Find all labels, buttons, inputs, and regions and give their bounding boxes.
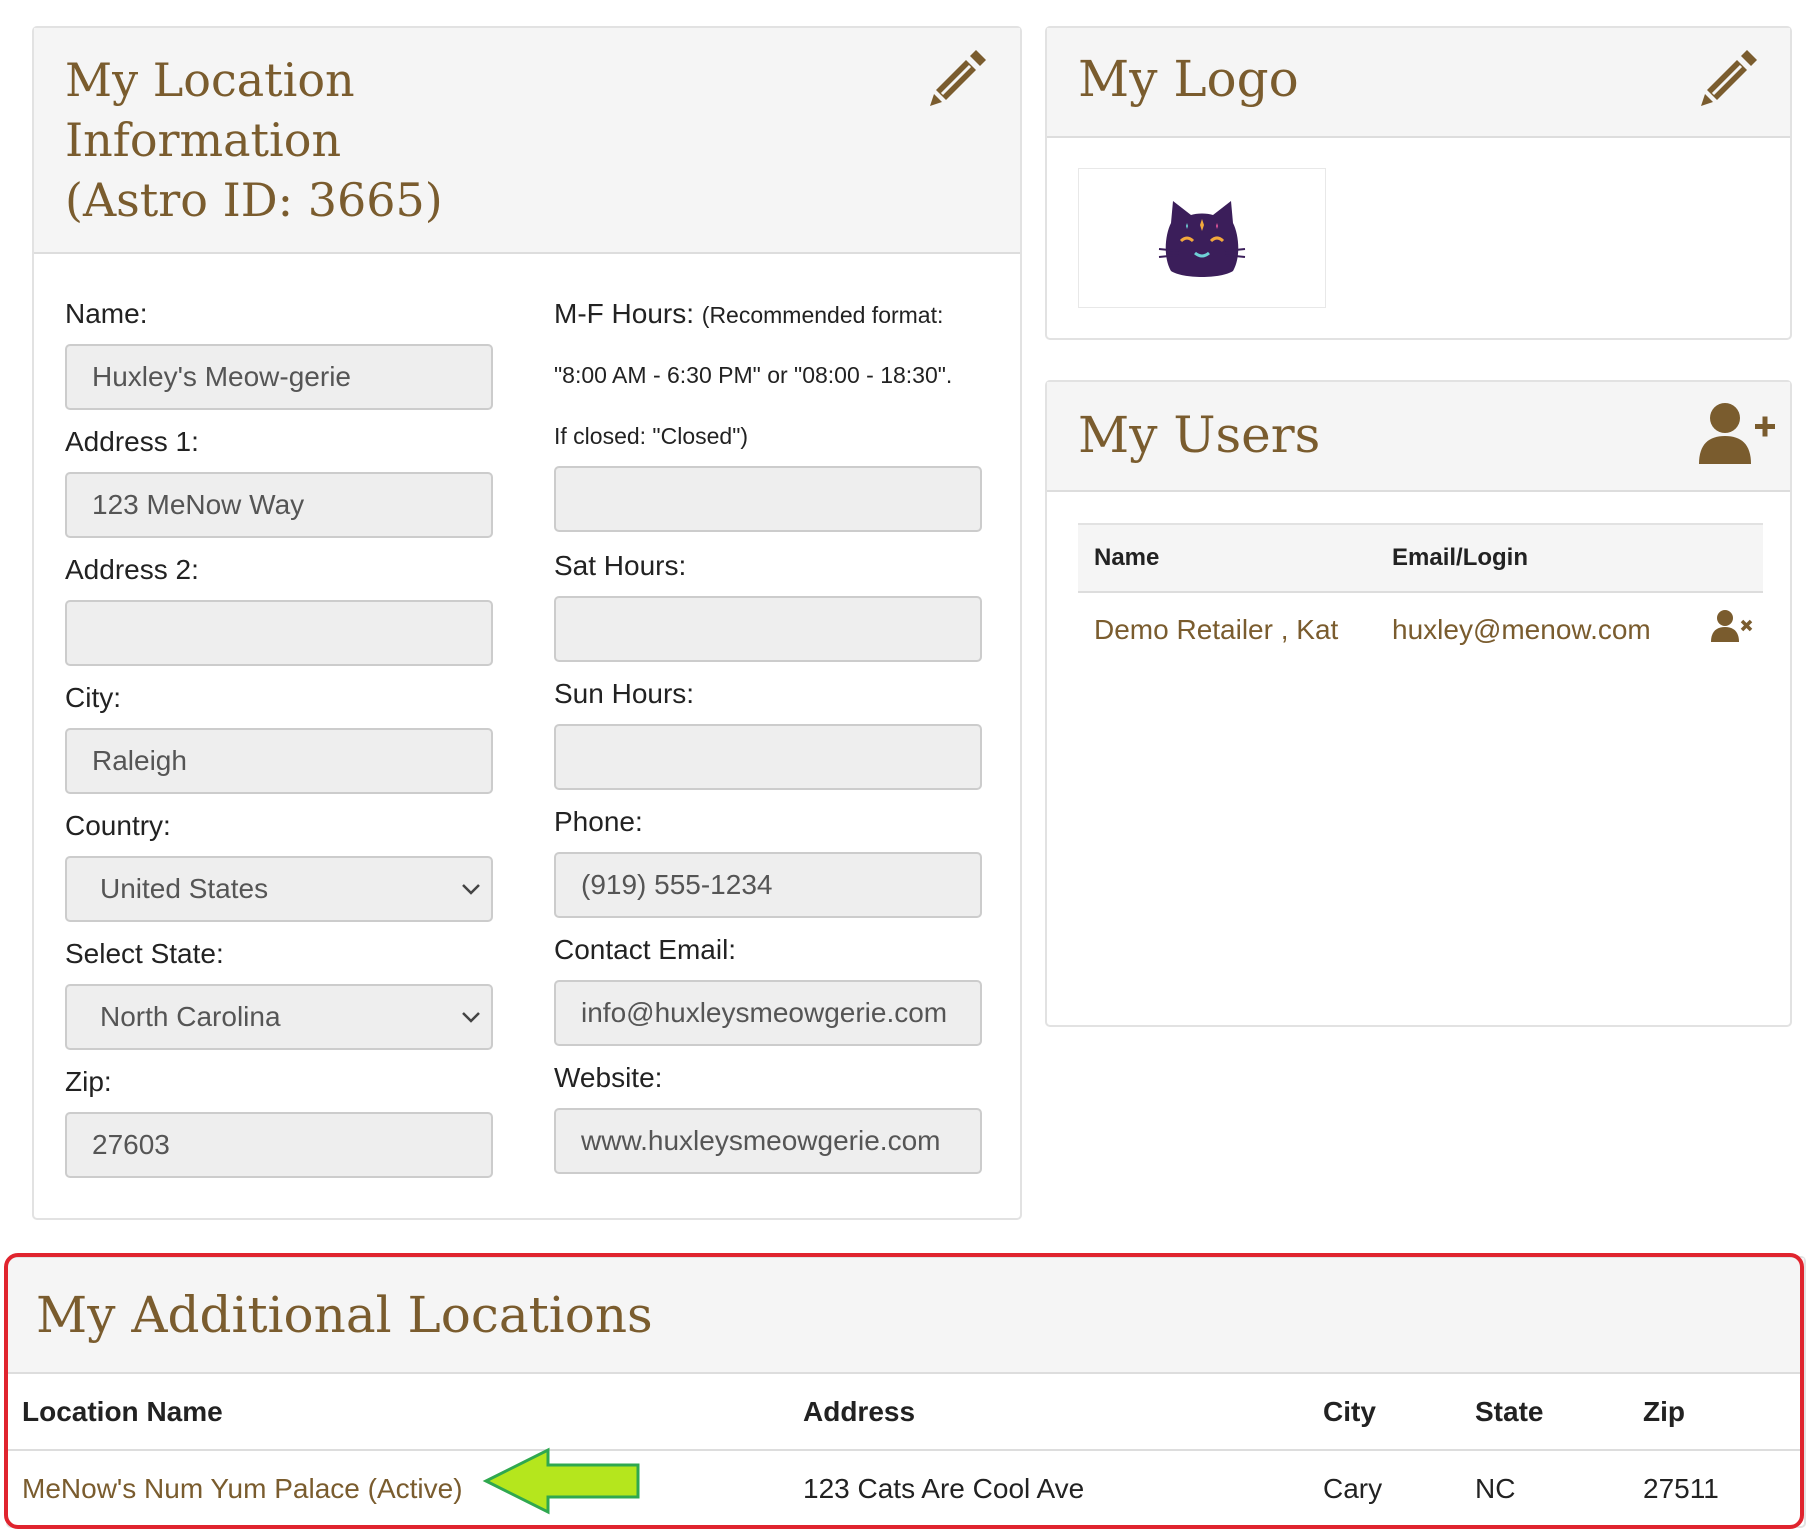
country-label: Country:: [65, 810, 171, 841]
country-value: United States: [100, 873, 269, 904]
users-table-header: Name Email/Login: [1078, 524, 1763, 592]
website-label: Website:: [554, 1062, 663, 1093]
remove-user-button[interactable]: [1701, 592, 1763, 666]
astro-id: (Astro ID: 3665): [65, 173, 443, 227]
locations-table-header: Location Name Address City State Zip: [8, 1374, 1804, 1450]
location-name-link[interactable]: MeNow's Num Yum Palace (Active): [8, 1450, 802, 1526]
state-value: North Carolina: [100, 1001, 281, 1032]
user-email-link[interactable]: huxley@menow.com: [1391, 592, 1701, 666]
title-line-2: Information: [65, 113, 342, 167]
remove-user-icon: [1711, 610, 1753, 642]
additional-locations-title: My Additional Locations: [36, 1286, 653, 1344]
edit-location-button[interactable]: [926, 46, 990, 115]
add-user-icon: [1699, 403, 1775, 464]
column-header-zip: Zip: [1643, 1395, 1685, 1427]
green-arrow-annotation: [482, 1447, 640, 1515]
logo-image-frame: [1078, 168, 1326, 308]
additional-locations-header: My Additional Locations: [8, 1258, 1804, 1374]
users-table: Name Email/Login Demo Retailer , Kat hux…: [1078, 523, 1763, 666]
location-city: Cary: [1323, 1472, 1383, 1504]
location-state: NC: [1475, 1472, 1516, 1504]
column-header-actions: [1701, 524, 1763, 592]
phone-input[interactable]: (919) 555-1234: [554, 852, 982, 918]
user-name-link[interactable]: Demo Retailer , Kat: [1078, 592, 1391, 666]
table-row: MeNow's Num Yum Palace (Active) 123 Cats…: [8, 1450, 1804, 1526]
cat-logo-icon: [1158, 201, 1246, 277]
pencil-icon: [930, 50, 986, 106]
column-header-location-name: Location Name: [22, 1395, 223, 1427]
city-label: City:: [65, 682, 121, 713]
mf-hours-label: M-F Hours: (Recommended format:: [554, 298, 943, 330]
logo-panel: My Logo: [1045, 26, 1792, 340]
users-title: My Users: [1078, 406, 1321, 464]
address1-input[interactable]: 123 MeNow Way: [65, 472, 493, 538]
page-title: My Location Information (Astro ID: 3665): [65, 50, 443, 230]
address2-input[interactable]: [65, 600, 493, 666]
column-header-address: Address: [803, 1395, 916, 1427]
mf-hours-hint-1: (Recommended format:: [701, 302, 944, 328]
zip-label: Zip:: [65, 1066, 112, 1097]
title-line-1: My Location: [65, 53, 355, 107]
contact-email-label: Contact Email:: [554, 934, 737, 965]
mf-hours-input[interactable]: [554, 466, 982, 532]
name-label: Name:: [65, 298, 148, 329]
city-input[interactable]: Raleigh: [65, 728, 493, 794]
logo-header: My Logo: [1047, 28, 1790, 138]
location-address: 123 Cats Are Cool Ave: [803, 1472, 1085, 1504]
add-user-button[interactable]: [1697, 400, 1777, 473]
location-info-panel: My Location Information (Astro ID: 3665)…: [32, 26, 1022, 1220]
mf-hours-label-text: M-F Hours:: [554, 298, 694, 329]
additional-locations-panel: My Additional Locations Location Name Ad…: [6, 1256, 1806, 1528]
column-header-city: City: [1323, 1395, 1376, 1427]
zip-input[interactable]: 27603: [65, 1112, 493, 1178]
mf-hours-hint-2: "8:00 AM - 6:30 PM" or "08:00 - 18:30".: [554, 362, 953, 388]
mf-hours-hint-3: If closed: "Closed"): [554, 423, 749, 449]
location-info-header: My Location Information (Astro ID: 3665): [34, 28, 1020, 254]
address2-label: Address 2:: [65, 554, 199, 585]
sun-hours-input[interactable]: [554, 724, 982, 790]
phone-label: Phone:: [554, 806, 643, 837]
column-header-email: Email/Login: [1392, 544, 1529, 571]
website-input[interactable]: www.huxleysmeowgerie.com: [554, 1108, 982, 1174]
country-select[interactable]: United States: [65, 856, 493, 922]
sat-hours-input[interactable]: [554, 596, 982, 662]
column-header-state: State: [1475, 1395, 1544, 1427]
sun-hours-label: Sun Hours:: [554, 678, 695, 709]
chevron-down-icon: [462, 1012, 480, 1023]
state-label: Select State:: [65, 938, 224, 969]
address1-label: Address 1:: [65, 426, 199, 457]
logo-title: My Logo: [1078, 50, 1299, 108]
users-header: My Users: [1047, 382, 1790, 492]
edit-logo-button[interactable]: [1697, 46, 1761, 115]
location-zip: 27511: [1643, 1472, 1719, 1504]
name-input[interactable]: Huxley's Meow-gerie: [65, 344, 493, 410]
contact-email-input[interactable]: info@huxleysmeowgerie.com: [554, 980, 982, 1046]
chevron-down-icon: [462, 884, 480, 895]
sat-hours-label: Sat Hours:: [554, 550, 687, 581]
table-row: Demo Retailer , Kat huxley@menow.com: [1078, 592, 1763, 666]
users-panel: My Users Name Email/Login Demo Retailer …: [1045, 380, 1792, 1027]
column-header-name: Name: [1094, 544, 1160, 571]
state-select[interactable]: North Carolina: [65, 984, 493, 1050]
pencil-icon: [1701, 50, 1757, 106]
additional-locations-table: Location Name Address City State Zip MeN…: [8, 1374, 1804, 1526]
